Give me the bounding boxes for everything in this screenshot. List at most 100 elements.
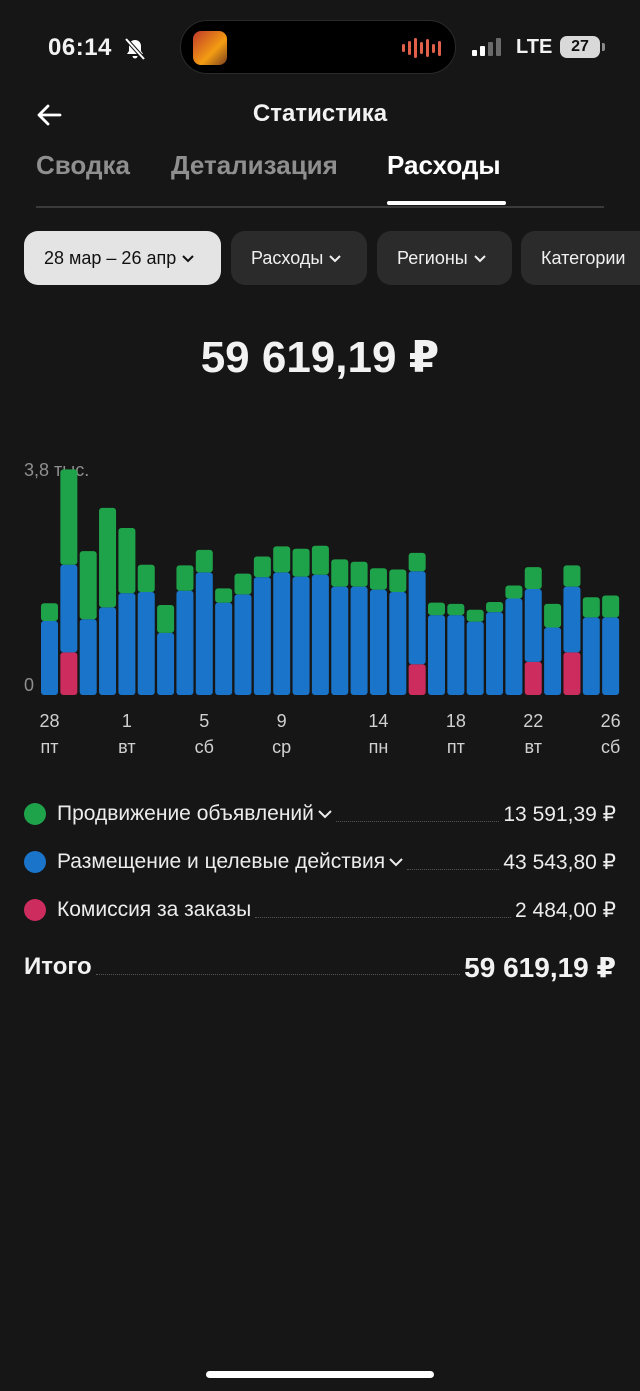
bar-promotion-19[interactable] (408, 552, 426, 572)
bar-placement-23[interactable] (486, 612, 504, 695)
legend-label: Размещение и целевые действия (57, 850, 386, 873)
bar-promotion-2[interactable] (79, 551, 97, 620)
bar-promotion-12[interactable] (273, 546, 291, 573)
bar-placement-28[interactable] (582, 617, 600, 695)
bar-promotion-11[interactable] (253, 556, 271, 578)
bar-placement-9[interactable] (215, 602, 233, 695)
chevron-down-icon (329, 255, 341, 263)
x-tick-label: 9 ср (262, 708, 302, 760)
expenses-bar-chart[interactable] (0, 450, 640, 700)
bar-placement-5[interactable] (137, 591, 155, 695)
bar-promotion-26[interactable] (544, 603, 562, 628)
bar-placement-16[interactable] (350, 586, 368, 695)
x-tick-label: 14 пн (358, 708, 398, 760)
tab-expenses[interactable]: Расходы (387, 150, 501, 181)
legend-item-commission: Комиссия за заказы 2 484,00 ₽ (24, 886, 616, 934)
bar-promotion-24[interactable] (505, 585, 523, 599)
bar-promotion-27[interactable] (563, 565, 581, 587)
tab-summary[interactable]: Сводка (36, 150, 130, 181)
bar-placement-7[interactable] (176, 590, 194, 695)
x-tick-weekday: сб (600, 737, 621, 757)
tab-details[interactable]: Детализация (171, 150, 338, 181)
audio-wave-icon (402, 38, 441, 58)
bar-promotion-29[interactable] (602, 595, 620, 618)
bar-placement-24[interactable] (505, 598, 523, 695)
bar-promotion-14[interactable] (311, 545, 329, 575)
placement-color-dot (24, 851, 46, 873)
bar-placement-20[interactable] (428, 615, 445, 695)
bar-placement-6[interactable] (157, 632, 175, 695)
bar-placement-3[interactable] (99, 607, 117, 695)
bar-commission-19[interactable] (408, 664, 426, 695)
bar-promotion-5[interactable] (137, 564, 155, 592)
expenses-filter[interactable]: Расходы (231, 231, 367, 285)
bar-placement-29[interactable] (602, 617, 620, 695)
bar-commission-25[interactable] (524, 661, 542, 695)
bar-promotion-25[interactable] (524, 567, 542, 590)
bar-commission-27[interactable] (563, 652, 581, 695)
bar-placement-11[interactable] (253, 577, 271, 695)
bar-commission-1[interactable] (60, 652, 78, 695)
bar-promotion-13[interactable] (292, 548, 310, 577)
bar-placement-18[interactable] (389, 591, 407, 695)
bar-placement-10[interactable] (234, 594, 252, 695)
x-tick-day: 22 (523, 711, 544, 731)
legend-item-placement[interactable]: Размещение и целевые действия 43 543,80 … (24, 838, 616, 886)
date-range-filter[interactable]: 28 мар – 26 апр (24, 231, 221, 285)
bar-promotion-3[interactable] (99, 507, 117, 608)
bar-placement-19[interactable] (408, 571, 426, 665)
bar-promotion-20[interactable] (428, 602, 445, 616)
regions-filter[interactable]: Регионы (377, 231, 512, 285)
expenses-filter-label: Расходы (251, 248, 324, 268)
bar-placement-27[interactable] (563, 586, 581, 653)
bar-placement-15[interactable] (331, 586, 349, 695)
bar-promotion-16[interactable] (350, 561, 368, 587)
bar-placement-14[interactable] (311, 574, 329, 695)
bar-promotion-22[interactable] (466, 609, 484, 622)
bar-placement-17[interactable] (369, 589, 387, 695)
categories-filter[interactable]: Категории (521, 231, 640, 285)
x-tick-label: 28 пт (30, 708, 70, 760)
bar-promotion-18[interactable] (389, 569, 407, 592)
bar-placement-2[interactable] (79, 619, 97, 695)
bar-placement-22[interactable] (466, 621, 484, 695)
date-range-label: 28 мар – 26 апр (44, 248, 177, 268)
signal-icon (472, 38, 501, 56)
bar-placement-1[interactable] (60, 564, 78, 653)
chevron-down-icon (474, 255, 486, 263)
bar-promotion-6[interactable] (157, 605, 175, 633)
x-tick-day: 28 (39, 711, 60, 731)
bar-placement-25[interactable] (524, 589, 542, 662)
legend-item-promotion[interactable]: Продвижение объявлений 13 591,39 ₽ (24, 790, 616, 838)
bar-placement-12[interactable] (273, 572, 291, 695)
bar-promotion-8[interactable] (195, 549, 213, 573)
bar-promotion-0[interactable] (41, 603, 58, 621)
x-tick-day: 5 (199, 711, 210, 731)
bar-placement-0[interactable] (41, 620, 58, 695)
x-tick-label: 5 сб (184, 708, 224, 760)
dynamic-island[interactable] (180, 20, 456, 74)
bar-promotion-21[interactable] (447, 603, 465, 616)
bar-promotion-17[interactable] (369, 568, 387, 590)
bar-placement-26[interactable] (544, 627, 562, 696)
bar-promotion-10[interactable] (234, 573, 252, 595)
bar-promotion-28[interactable] (582, 597, 600, 618)
x-tick-day: 1 (121, 711, 132, 731)
total-label: Итого (24, 953, 92, 980)
legend-value: 43 543,80 ₽ (503, 850, 616, 874)
bar-placement-21[interactable] (447, 615, 465, 695)
bar-promotion-4[interactable] (118, 528, 136, 594)
x-tick-label: 1 вт (107, 708, 147, 760)
bar-placement-13[interactable] (292, 576, 310, 695)
bar-promotion-15[interactable] (331, 559, 349, 587)
dotted-leader (335, 807, 500, 822)
bar-promotion-9[interactable] (215, 588, 233, 603)
bar-promotion-7[interactable] (176, 565, 194, 591)
status-bar: 06:14 LTE 27 (0, 0, 640, 95)
bar-promotion-23[interactable] (486, 602, 504, 613)
x-tick-weekday: вт (118, 737, 136, 757)
bar-promotion-1[interactable] (60, 469, 78, 565)
bar-placement-4[interactable] (118, 593, 136, 695)
home-indicator[interactable] (206, 1371, 434, 1378)
bar-placement-8[interactable] (195, 572, 213, 695)
